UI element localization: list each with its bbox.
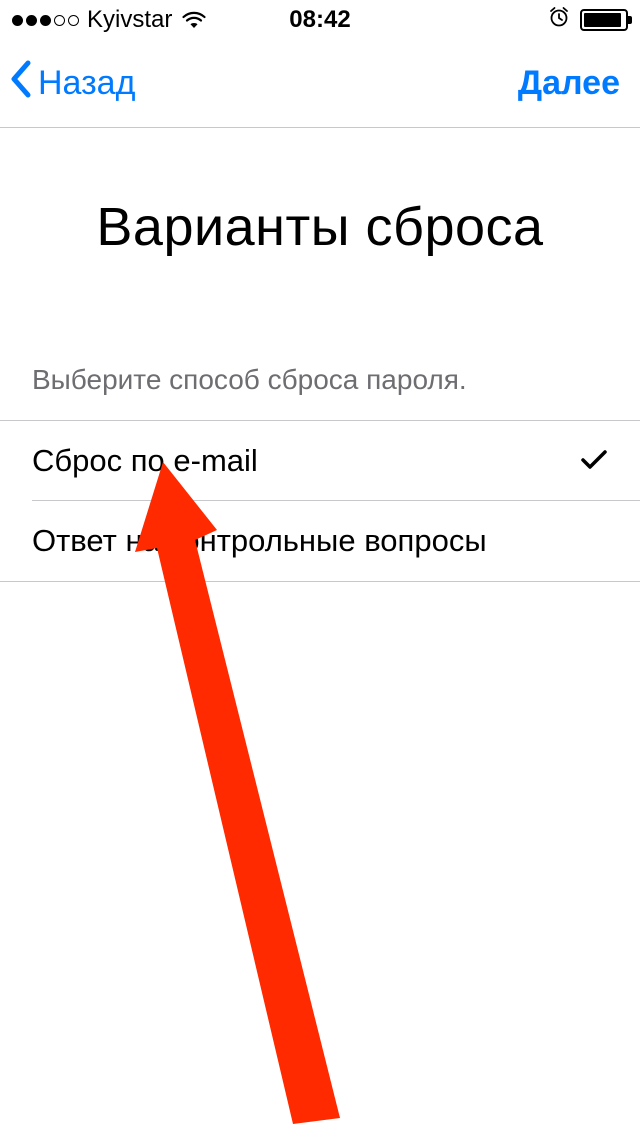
page-title: Варианты сброса [0, 196, 640, 258]
back-button[interactable]: Назад [8, 59, 135, 108]
option-reset-by-email[interactable]: Сброс по e-mail [0, 421, 640, 501]
carrier-label: Kyivstar [87, 6, 172, 34]
signal-strength-icon [12, 15, 79, 26]
status-time: 08:42 [289, 6, 350, 34]
alarm-icon [548, 6, 570, 35]
section-header: Выберите способ сброса пароля. [0, 364, 640, 396]
next-button[interactable]: Далее [518, 64, 630, 103]
option-label: Ответ на контрольные вопросы [32, 523, 487, 559]
option-security-questions[interactable]: Ответ на контрольные вопросы [0, 501, 640, 582]
option-label: Сброс по e-mail [32, 443, 258, 479]
next-label: Далее [518, 64, 620, 102]
wifi-icon [180, 10, 208, 30]
check-icon [580, 443, 608, 479]
battery-icon [580, 9, 628, 31]
status-right [548, 6, 628, 35]
status-left: Kyivstar [12, 6, 208, 34]
options-list: Сброс по e-mail Ответ на контрольные воп… [0, 420, 640, 582]
back-label: Назад [38, 64, 135, 103]
nav-bar: Назад Далее [0, 40, 640, 128]
status-bar: Kyivstar 08:42 [0, 0, 640, 40]
chevron-left-icon [8, 59, 34, 108]
